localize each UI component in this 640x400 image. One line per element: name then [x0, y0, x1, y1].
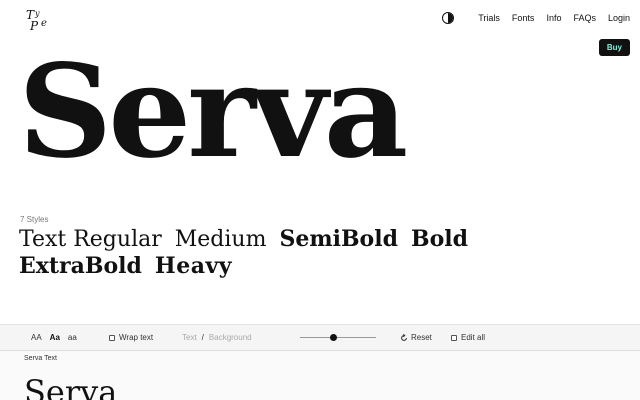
edit-all-checkbox[interactable] [451, 334, 457, 341]
preview-style-label: Serva Text [24, 355, 57, 362]
top-nav: Trials Fonts Info FAQs Login [442, 12, 630, 24]
wrap-text-toggle[interactable]: Wrap text [109, 333, 153, 342]
text-color-option[interactable]: Text [182, 333, 197, 342]
style-medium[interactable]: Medium [175, 227, 267, 252]
edit-all-toggle[interactable]: Edit all [451, 333, 485, 342]
reset-icon [401, 333, 407, 341]
nav-login[interactable]: Login [608, 13, 630, 23]
style-extrabold[interactable]: ExtraBold [19, 253, 142, 279]
case-lower[interactable]: aa [68, 333, 77, 342]
type-tester: Serva Text Serva [0, 350, 640, 400]
style-heavy[interactable]: Heavy [155, 253, 232, 279]
nav-trials[interactable]: Trials [478, 13, 500, 23]
font-title: Serva [18, 37, 408, 187]
wrap-checkbox[interactable] [109, 334, 115, 341]
background-color-option[interactable]: Background [209, 333, 252, 342]
buy-button[interactable]: Buy [598, 39, 630, 56]
nav-faqs[interactable]: FAQs [573, 13, 596, 23]
svg-text:e: e [41, 18, 47, 29]
preview-sample-text[interactable]: Serva [24, 373, 117, 400]
style-semibold[interactable]: SemiBold [279, 226, 398, 252]
wrap-label: Wrap text [119, 333, 154, 342]
style-text-regular[interactable]: Text Regular [19, 227, 162, 252]
nav-info[interactable]: Info [546, 13, 561, 23]
case-switcher: AA Aa aa [31, 333, 77, 342]
nav-fonts[interactable]: Fonts [512, 13, 535, 23]
size-slider-track[interactable] [300, 337, 376, 338]
color-selector: Text / Background [182, 333, 252, 342]
case-title[interactable]: Aa [50, 333, 60, 342]
color-separator: / [201, 333, 204, 342]
reset-label: Reset [411, 333, 432, 342]
tester-toolbar: AA Aa aa Wrap text Text / Background Res… [0, 324, 640, 350]
svg-text:y: y [34, 9, 40, 18]
svg-text:P: P [29, 19, 39, 33]
style-list: Text Regular Medium SemiBold Bold ExtraB… [19, 226, 579, 280]
style-bold[interactable]: Bold [411, 226, 468, 252]
edit-all-label: Edit all [461, 333, 486, 342]
theme-toggle-icon[interactable] [442, 12, 455, 24]
case-upper[interactable]: AA [31, 333, 42, 342]
size-slider-thumb[interactable] [330, 334, 337, 341]
type-logo[interactable]: T y P e [22, 6, 54, 34]
styles-count: 7 Styles [20, 215, 49, 224]
reset-button[interactable]: Reset [400, 333, 432, 342]
